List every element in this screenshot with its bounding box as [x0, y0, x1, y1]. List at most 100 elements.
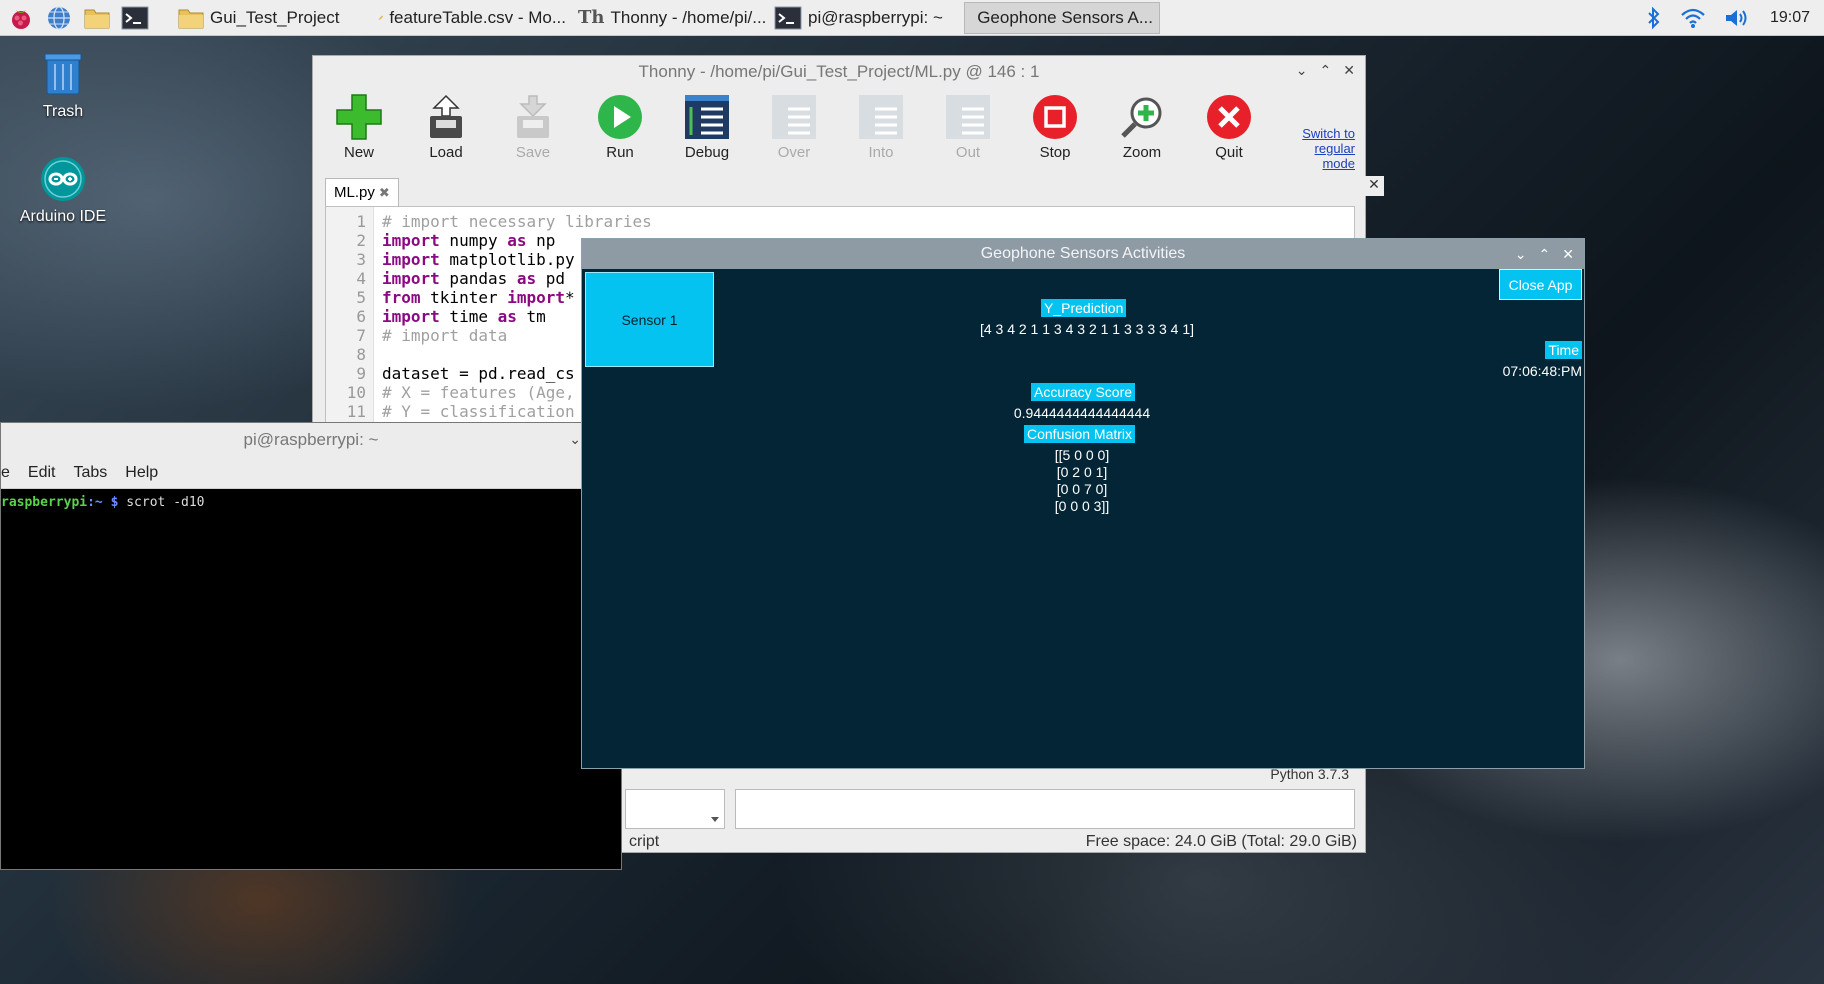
code-text: pd	[536, 269, 566, 288]
task-label: Geophone Sensors A...	[977, 7, 1153, 27]
run-label: Run	[606, 144, 634, 161]
code-line: import numpy as np	[382, 231, 555, 250]
task-label: featureTable.csv - Mo...	[389, 7, 566, 27]
code-text: dataset = pd.read_cs	[382, 364, 575, 383]
task-feature-table[interactable]: featureTable.csv - Mo...	[372, 2, 572, 34]
quit-icon	[1207, 95, 1251, 139]
y-prediction-label: Y_Prediction	[1041, 299, 1127, 317]
menu-edit[interactable]: Edit	[28, 464, 56, 482]
confusion-matrix-row: [0 0 7 0]	[1056, 481, 1108, 497]
web-browser-icon[interactable]	[42, 3, 76, 33]
maximize-icon[interactable]: ⌃	[1539, 246, 1551, 263]
step-out-icon	[946, 95, 990, 139]
step-over-label: Over	[777, 144, 811, 161]
quit-button[interactable]: Quit	[1193, 90, 1265, 161]
sensor-1-button[interactable]: Sensor 1	[585, 272, 714, 367]
stop-button[interactable]: Stop	[1019, 90, 1091, 161]
close-app-button[interactable]: Close App	[1499, 269, 1582, 300]
plus-icon	[336, 94, 382, 140]
switch-mode-line-2: regular	[1314, 141, 1355, 156]
thonny-toolbar: New Load Save Run Debug Over Into Out St…	[313, 90, 1367, 182]
step-over-icon	[772, 95, 816, 139]
step-into-label: Into	[868, 144, 894, 161]
debug-icon	[685, 95, 729, 139]
tab-close-icon[interactable]: ✖	[379, 185, 390, 201]
tab-label: ML.py	[334, 184, 375, 201]
save-icon	[517, 95, 549, 138]
terminal-output[interactable]: raspberrypi:~ $ scrot -d10	[1, 489, 621, 510]
free-space-text: Free space: 24.0 GiB (Total: 29.0 GiB)	[1085, 833, 1357, 850]
code-text: # X = features (Age,	[382, 383, 575, 402]
menu-tabs[interactable]: Tabs	[73, 464, 107, 482]
load-label: Load	[429, 144, 463, 161]
code-line: dataset = pd.read_cs	[382, 364, 575, 383]
quit-label: Quit	[1215, 144, 1243, 161]
close-icon[interactable]: ✕	[1562, 246, 1574, 263]
load-icon	[430, 94, 462, 138]
menu-file[interactable]: e	[1, 464, 10, 482]
zoom-label: Zoom	[1122, 144, 1162, 161]
stop-icon	[1033, 95, 1077, 139]
switch-mode-link[interactable]: Switch to regular mode	[1302, 126, 1355, 171]
code-keyword: as	[516, 269, 537, 288]
side-panel[interactable]	[625, 789, 725, 829]
trash-icon	[44, 53, 82, 95]
arduino-icon	[41, 157, 85, 201]
desktop-trash[interactable]: Trash	[8, 50, 118, 121]
code-keyword: from	[382, 288, 421, 307]
line-number: 5	[356, 288, 366, 307]
code-line: # X = features (Age,	[382, 383, 575, 402]
desktop-arduino-label: Arduino IDE	[19, 208, 107, 225]
raspberry-menu-icon[interactable]	[4, 3, 38, 33]
minimize-icon[interactable]: ⌄	[1296, 62, 1308, 79]
scroll-down-icon[interactable]	[710, 814, 720, 824]
code-text: tkinter	[420, 288, 508, 307]
run-button[interactable]: Run	[584, 90, 656, 161]
wifi-icon[interactable]	[1680, 7, 1706, 29]
time-value: 07:06:48:PM	[1502, 363, 1582, 379]
new-button[interactable]: New	[323, 90, 395, 161]
tab-ml-py[interactable]: ML.py ✖	[325, 178, 399, 206]
background-window-close-icon[interactable]: ✕	[1364, 176, 1384, 196]
clock[interactable]: 19:07	[1770, 9, 1810, 27]
code-line: # Y = classification	[382, 402, 575, 421]
task-label: Gui_Test_Project	[210, 7, 340, 27]
menu-help[interactable]: Help	[125, 464, 158, 482]
close-icon[interactable]: ✕	[1343, 62, 1355, 79]
desktop-arduino[interactable]: Arduino IDE	[8, 155, 118, 226]
code-keyword: import	[382, 269, 440, 288]
debug-button[interactable]: Debug	[671, 90, 743, 161]
minimize-icon[interactable]: ⌄	[1515, 246, 1527, 263]
confusion-matrix-row: [0 2 0 1]	[1056, 464, 1108, 480]
zoom-button[interactable]: Zoom	[1106, 90, 1178, 161]
bluetooth-icon[interactable]	[1646, 6, 1662, 30]
task-gui-test-project[interactable]: Gui_Test_Project	[172, 2, 372, 34]
line-number: 9	[356, 364, 366, 383]
terminal-launcher-icon[interactable]	[118, 3, 152, 33]
line-number: 10	[346, 383, 366, 402]
status-left-text: cript	[629, 833, 660, 850]
load-button[interactable]: Load	[410, 90, 482, 161]
volume-icon[interactable]	[1724, 7, 1752, 29]
save-button[interactable]: Save	[497, 90, 569, 161]
step-into-button[interactable]: Into	[845, 90, 917, 161]
maximize-icon[interactable]: ⌃	[1320, 62, 1332, 79]
geophone-titlebar[interactable]: Geophone Sensors Activities ⌄ ⌃ ✕	[582, 239, 1584, 269]
thonny-titlebar[interactable]: Thonny - /home/pi/Gui_Test_Project/ML.py…	[313, 56, 1365, 88]
chevron-down-icon[interactable]: ⌄	[569, 431, 581, 448]
code-text: *	[565, 288, 575, 307]
line-number: 1	[356, 212, 366, 231]
task-geophone[interactable]: Geophone Sensors A...	[964, 1, 1160, 34]
task-terminal[interactable]: pi@raspberrypi: ~	[768, 2, 964, 34]
switch-mode-line-3: mode	[1322, 156, 1355, 171]
shell-input[interactable]	[735, 789, 1355, 829]
confusion-matrix-row: [0 0 0 3]]	[1054, 498, 1110, 514]
terminal-window: pi@raspberrypi: ~ ⌄ e Edit Tabs Help ras…	[0, 422, 622, 870]
code-text: # Y = classification	[382, 402, 575, 421]
step-out-button[interactable]: Out	[932, 90, 1004, 161]
terminal-titlebar[interactable]: pi@raspberrypi: ~ ⌄	[1, 423, 621, 457]
step-over-button[interactable]: Over	[758, 90, 830, 161]
line-number: 4	[356, 269, 366, 288]
task-thonny[interactable]: Th Thonny - /home/pi/...	[572, 2, 768, 34]
file-manager-icon[interactable]	[80, 3, 114, 33]
